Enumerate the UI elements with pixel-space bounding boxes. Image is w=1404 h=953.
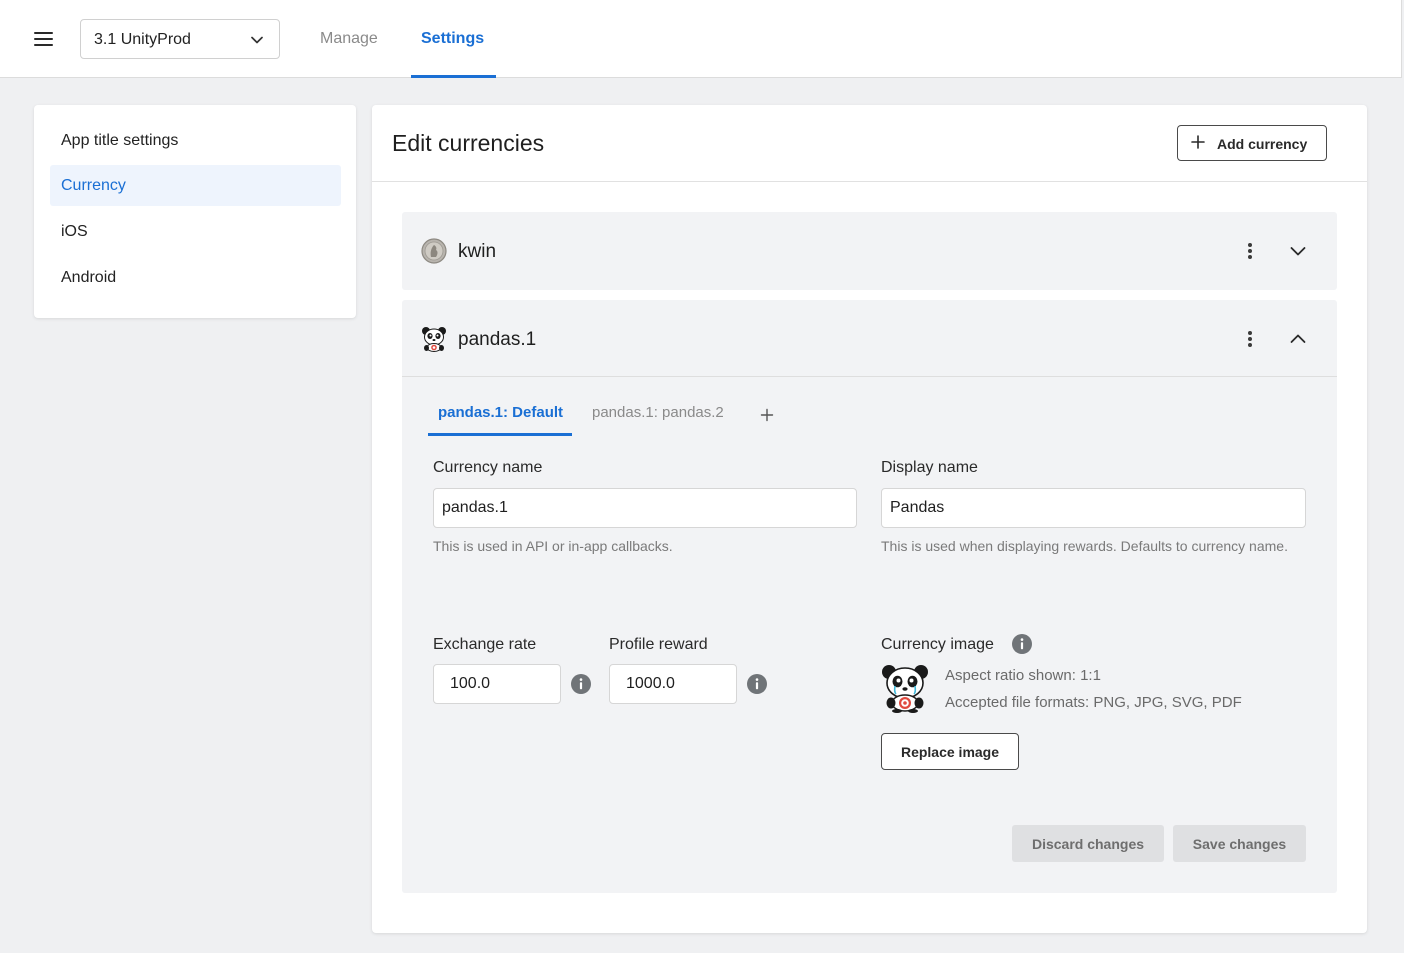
active-tab-indicator xyxy=(411,75,496,78)
row-divider xyxy=(402,376,1337,377)
replace-image-button[interactable]: Replace image xyxy=(881,733,1019,770)
project-selector[interactable]: 3.1 UnityProd xyxy=(80,19,280,59)
add-tab-icon[interactable] xyxy=(760,408,774,422)
currency-name-help: This is used in API or in-app callbacks. xyxy=(433,538,673,554)
currency-row-kwin: kwin xyxy=(402,212,1337,290)
currency-row-header[interactable]: kwin xyxy=(402,212,1337,288)
edit-currencies-card: Edit currencies Add currency kwin pandas… xyxy=(372,105,1367,933)
chevron-up-icon[interactable] xyxy=(1288,329,1308,349)
sidebar-item-currency[interactable]: Currency xyxy=(50,165,341,206)
active-subtab-indicator xyxy=(428,433,572,436)
plus-icon xyxy=(1191,135,1205,149)
tab-manage[interactable]: Manage xyxy=(320,30,378,48)
display-name-help: This is used when displaying rewards. De… xyxy=(881,538,1288,554)
coin-icon xyxy=(421,238,447,264)
sidebar-item-ios[interactable]: iOS xyxy=(50,211,341,252)
sidebar-item-label: Android xyxy=(61,269,117,286)
currency-row-header[interactable]: pandas.1 xyxy=(402,300,1337,376)
profile-reward-info-icon[interactable] xyxy=(747,674,767,694)
sidebar-item-label: App title settings xyxy=(61,132,179,149)
add-currency-button[interactable]: Add currency xyxy=(1177,125,1327,161)
tab-pandas-default[interactable]: pandas.1: Default xyxy=(438,404,563,421)
sidebar-item-android[interactable]: Android xyxy=(50,257,341,298)
sidebar-item-app-title-settings[interactable]: App title settings xyxy=(50,120,341,161)
tab-settings[interactable]: Settings xyxy=(421,30,484,48)
currency-name: kwin xyxy=(458,241,497,262)
add-currency-label: Add currency xyxy=(1217,136,1308,152)
more-options-icon[interactable] xyxy=(1240,329,1260,349)
save-changes-button[interactable]: Save changes xyxy=(1173,825,1306,862)
currency-name-label: Currency name xyxy=(433,459,543,476)
exchange-rate-label: Exchange rate xyxy=(433,636,537,653)
more-options-icon[interactable] xyxy=(1240,241,1260,261)
page-title: Edit currencies xyxy=(392,130,545,156)
panda-icon xyxy=(422,327,446,352)
accepted-formats-text: Accepted file formats: PNG, JPG, SVG, PD… xyxy=(945,694,1242,711)
discard-changes-button[interactable]: Discard changes xyxy=(1012,825,1164,862)
chevron-down-icon[interactable] xyxy=(1288,241,1308,261)
sidebar-item-label: Currency xyxy=(61,177,126,194)
sidebar-item-label: iOS xyxy=(61,223,88,240)
currency-name-input[interactable] xyxy=(433,488,857,528)
exchange-rate-info-icon[interactable] xyxy=(571,674,591,694)
display-name-input[interactable] xyxy=(881,488,1306,528)
currency-name: pandas.1 xyxy=(458,329,537,350)
display-name-label: Display name xyxy=(881,459,978,476)
profile-reward-label: Profile reward xyxy=(609,636,708,653)
top-bar: 3.1 UnityProd Manage Settings xyxy=(0,0,1402,78)
project-selector-label: 3.1 UnityProd xyxy=(94,31,191,48)
currency-image-info-icon[interactable] xyxy=(1012,634,1032,654)
profile-reward-input[interactable] xyxy=(609,664,737,704)
aspect-ratio-text: Aspect ratio shown: 1:1 xyxy=(945,667,1101,684)
panda-image-preview xyxy=(882,665,928,713)
currency-row-pandas: pandas.1 pandas.1: Default pandas.1: pan… xyxy=(402,300,1337,893)
currency-image-label: Currency image xyxy=(881,636,994,653)
header-divider xyxy=(372,181,1367,182)
settings-sidebar: App title settings Currency iOS Android xyxy=(34,105,356,318)
chevron-down-icon xyxy=(251,36,263,44)
exchange-rate-input[interactable] xyxy=(433,664,561,704)
menu-icon[interactable] xyxy=(32,29,56,49)
tab-pandas-2[interactable]: pandas.1: pandas.2 xyxy=(592,404,724,421)
